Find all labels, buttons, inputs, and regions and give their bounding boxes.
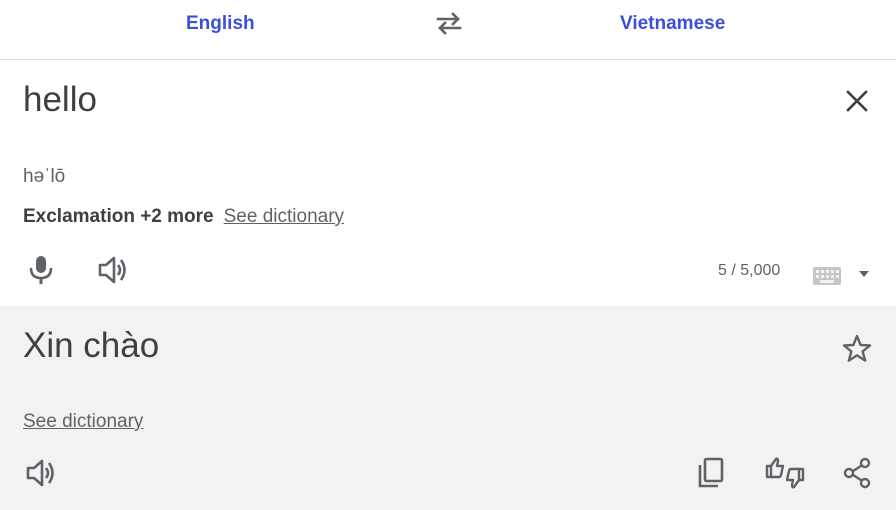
copy-icon[interactable] bbox=[696, 456, 728, 490]
character-counter: 5 / 5,000 bbox=[718, 262, 781, 279]
source-text-input[interactable]: hello bbox=[23, 80, 97, 120]
swap-languages-icon[interactable] bbox=[432, 8, 466, 38]
feedback-thumbs-icon[interactable] bbox=[764, 455, 806, 491]
see-dictionary-link-target[interactable]: See dictionary bbox=[23, 411, 143, 433]
target-language-button[interactable]: Vietnamese bbox=[620, 10, 725, 38]
source-panel: hello həˈlō Exclamation +2 more See dicti… bbox=[0, 60, 896, 306]
speaker-icon[interactable] bbox=[24, 456, 58, 490]
target-panel: Xin chào See dictionary bbox=[0, 306, 896, 510]
star-icon[interactable] bbox=[840, 332, 874, 366]
speaker-icon[interactable] bbox=[96, 253, 130, 287]
see-dictionary-link[interactable]: See dictionary bbox=[224, 206, 344, 227]
close-icon[interactable] bbox=[842, 86, 872, 116]
dictionary-summary: Exclamation +2 more See dictionary bbox=[23, 206, 344, 228]
part-of-speech-label: Exclamation +2 more bbox=[23, 206, 214, 227]
translation-output: Xin chào bbox=[23, 326, 160, 365]
caret-down-icon[interactable] bbox=[857, 268, 871, 280]
language-bar: English Vietnamese bbox=[0, 0, 896, 60]
source-language-button[interactable]: English bbox=[186, 10, 255, 38]
microphone-icon[interactable] bbox=[26, 253, 56, 287]
share-icon[interactable] bbox=[840, 456, 874, 490]
phonetic-transcription: həˈlō bbox=[23, 166, 66, 187]
keyboard-icon[interactable] bbox=[813, 267, 841, 285]
